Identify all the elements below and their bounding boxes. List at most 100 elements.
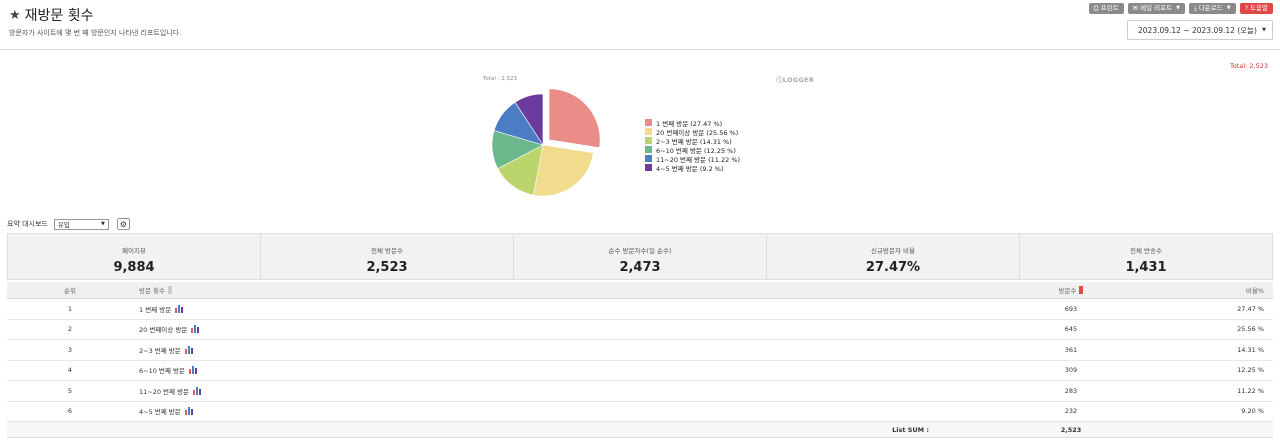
cell-visit-count-label: 20 번째이상 방문 [139,326,188,335]
stat-value: 2,523 [366,260,408,275]
cell-visits: 283 [1064,386,1078,395]
page-description: 방문자가 사이트에 몇 번 째 방문인지 나타낸 리포트입니다. [9,29,182,37]
email-report-button[interactable]: ✉ 메일 리포트 ▼ [1127,3,1185,14]
sort-icon[interactable] [1079,286,1084,294]
sort-icon[interactable] [168,286,172,294]
chevron-down-icon: ▼ [1226,5,1231,11]
stat-unique-visitors: 순수 방문자수(일 순수) 2,473 [514,234,767,279]
bar-chart-icon[interactable] [184,345,193,354]
stat-label: 신규방문자 비율 [871,247,915,255]
email-report-label: 메일 리포트 [1140,4,1173,12]
table-row: 2 20 번째이상 방문 645 25.56 % [7,320,1273,340]
stat-value: 2,473 [619,260,661,275]
header-visit-count[interactable]: 방문 횟수 [139,282,172,298]
cell-visit-count: 11~20 번째 방문 [139,381,202,401]
date-range-value: 2023.09.12 ~ 2023.09.12 (오늘) [1138,25,1257,35]
stat-label: 전체 반송수 [1130,247,1162,255]
bar-chart-icon[interactable] [184,407,193,416]
star-icon[interactable]: ★ [9,8,21,23]
gear-icon: ⚙ [119,219,127,229]
bar-chart-icon[interactable] [175,304,184,313]
cell-visit-count-label: 2~3 번째 방문 [139,346,181,355]
bar-chart-icon[interactable] [191,325,200,334]
table-row: 3 2~3 번째 방문 361 14.31 % [7,340,1273,361]
cell-visit-count-label: 4~5 번째 방문 [139,408,181,417]
cell-visits: 232 [1064,407,1078,416]
cell-visits: 309 [1064,366,1078,375]
cell-ratio: 12.25 % [1237,366,1264,375]
cell-ratio: 25.56 % [1237,325,1264,334]
table-sum-row: List SUM : 2,523 [7,422,1273,438]
chevron-down-icon: ▼ [1262,27,1266,33]
cell-visits: 693 [1064,304,1078,313]
bar-chart-icon[interactable] [193,386,202,395]
pie-chart [491,88,601,197]
legend-swatch [645,164,652,171]
header-rank: 순위 [64,287,76,295]
table-row: 4 6~10 번째 방문 309 12.25 % [7,361,1273,381]
legend-swatch [645,146,652,153]
chevron-down-icon: ▼ [1176,5,1180,11]
stat-value: 9,884 [113,260,155,275]
cell-visits: 361 [1064,345,1078,354]
pie-slice[interactable] [548,88,601,149]
cell-rank: 3 [67,345,73,354]
summary-type-value: 유입 [57,221,70,229]
settings-button[interactable]: ⚙ [116,218,130,230]
table-row: 1 1 번째 방문 693 27.47 % [7,299,1273,320]
cell-ratio: 14.31 % [1237,345,1264,354]
print-button-label: 프린트 [1100,4,1119,12]
page-header: ★ 재방문 횟수 방문자가 사이트에 몇 번 째 방문인지 나타낸 리포트입니다… [0,0,1280,50]
cell-visit-count: 1 번째 방문 [139,299,184,319]
cell-visit-count-label: 1 번째 방문 [139,305,172,314]
stat-new-visitor-ratio: 신규방문자 비율 27.47% [767,234,1020,279]
summary-stats: 페이지뷰 9,884 전체 방문수 2,523 순수 방문자수(일 순수) 2,… [7,233,1273,280]
pie-slice[interactable] [533,144,594,197]
pie-total-label: Total : 2,523 [483,76,517,82]
legend-swatch [645,128,652,135]
toolbar: ⎙ 프린트 ✉ 메일 리포트 ▼ ⤓ 다운로드 ▼ ? 도움말 [1088,3,1273,14]
header-visit-count-label: 방문 횟수 [139,287,165,295]
legend-swatch [645,119,652,126]
stat-label: 페이지뷰 [122,247,146,255]
cell-rank: 1 [67,304,73,313]
cell-ratio: 27.47 % [1237,304,1264,313]
page-title: ★ 재방문 횟수 [9,5,94,25]
cell-rank: 2 [67,325,73,334]
cell-visit-count: 4~5 번째 방문 [139,402,193,422]
help-button[interactable]: ? 도움말 [1239,3,1273,14]
cell-visit-count: 6~10 번째 방문 [139,361,197,381]
print-button[interactable]: ⎙ 프린트 [1088,3,1124,14]
sum-value: 2,523 [1060,425,1082,434]
bar-chart-icon[interactable] [188,366,197,375]
cell-visits: 645 [1064,325,1078,334]
header-visits[interactable]: 방문수 [1007,282,1135,298]
table-row: 5 11~20 번째 방문 283 11.22 % [7,381,1273,402]
help-label: 도움말 [1250,4,1268,12]
stat-bounces: 전체 반송수 1,431 [1020,234,1272,279]
stat-pageviews: 페이지뷰 9,884 [8,234,261,279]
stat-total-visits: 전체 방문수 2,523 [261,234,514,279]
page-title-text: 재방문 횟수 [24,8,94,24]
table-row: 6 4~5 번째 방문 232 9.20 % [7,402,1273,422]
cell-visit-count: 2~3 번째 방문 [139,340,193,360]
chart-legend: 1 번째 방문 (27.47 %) 20 번째이상 방문 (25.56 %) 2~3… [645,118,740,173]
cell-rank: 6 [67,407,73,416]
download-button[interactable]: ⤓ 다운로드 ▼ [1188,3,1236,14]
total-label: Total: 2,523 [1229,62,1268,70]
cell-ratio: 11.22 % [1237,386,1264,395]
mail-icon: ✉ [1132,4,1139,12]
help-icon: ? [1244,4,1249,12]
sum-label: List SUM : [892,425,929,434]
cell-visit-count-label: 11~20 번째 방문 [139,387,190,396]
header-visits-label: 방문수 [1058,287,1077,295]
summary-type-select[interactable]: 유입 ▼ [53,218,109,230]
cell-rank: 5 [67,386,73,395]
chevron-down-icon: ▼ [101,221,105,227]
date-range-picker[interactable]: 2023.09.12 ~ 2023.09.12 (오늘) ▼ [1127,20,1273,40]
stat-label: 순수 방문자수(일 순수) [608,247,672,255]
cell-rank: 4 [67,366,73,375]
table-body: 11 번째 방문 693 27.47 % 2 20 번째이상 방문 645 25.56 % 3… [7,299,1273,422]
logger-logo: ⓛLOGGER [776,76,815,84]
cell-visit-count-label: 6~10 번째 방문 [139,367,185,376]
